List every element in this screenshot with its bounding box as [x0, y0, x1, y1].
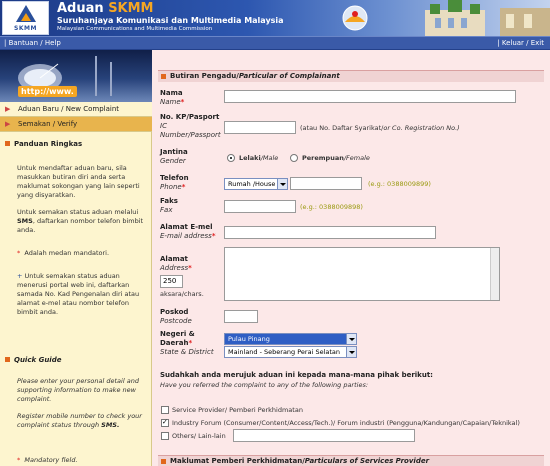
phone-type-select[interactable]: Rumah /House [224, 178, 288, 190]
nav-verify[interactable]: ▶ Semakan / Verify [0, 117, 152, 132]
nav-verify-label: Semakan / Verify [18, 120, 78, 128]
referred-provider-checkbox[interactable] [161, 406, 169, 414]
chevron-down-icon [346, 347, 356, 357]
referred-other-input[interactable] [233, 429, 415, 442]
postcode-input[interactable] [224, 310, 258, 323]
skmm-logo: SKMM [2, 1, 49, 35]
email-input[interactable] [224, 226, 436, 239]
ic-input[interactable] [224, 121, 296, 134]
help-link[interactable]: | Bantuan / Help [4, 37, 61, 50]
address-counter-label: aksara/chars. [160, 290, 204, 298]
quick-guide-text-3: * Mandatory field. [17, 456, 78, 464]
quick-guide-text-1: Please enter your personal detail and su… [17, 377, 139, 403]
section-bullet-icon [161, 459, 166, 464]
referred-provider-label: Service Provider/ Pemberi Perkhidmatan [172, 406, 303, 414]
sidebar: http://www. ▶ Aduan Baru / New Complaint… [0, 50, 152, 466]
chevron-down-icon [277, 179, 287, 189]
ic-hint: (atau No. Daftar Syarikat/or Co. Registr… [300, 124, 460, 132]
bullet-icon [5, 141, 10, 146]
arrow-right-icon: ▶ [5, 120, 11, 128]
state-select[interactable]: Pulau Pinang [224, 333, 357, 345]
exit-link[interactable]: | Keluar / Exit [497, 37, 544, 50]
referred-question-en: Have you referred the complaint to any o… [160, 381, 369, 389]
section-complainant-header: Butiran Pengadu/Particular of Complainan… [158, 70, 544, 82]
fax-input[interactable] [224, 200, 296, 213]
app-subtitle-en: Malaysian Communications and Multimedia … [57, 26, 213, 32]
state-label: Negeri & Daerah* State & District [160, 330, 214, 356]
gender-label: Jantina Gender [160, 148, 188, 165]
name-label: Nama Name* [160, 89, 185, 106]
phone-input[interactable] [290, 177, 362, 190]
fax-hint: (e.g.: 0388009898) [300, 203, 363, 211]
name-input[interactable] [224, 90, 516, 103]
nav-new-complaint[interactable]: ▶ Aduan Baru / New Complaint [0, 102, 152, 117]
gender-male-radio[interactable] [227, 154, 235, 162]
district-select[interactable]: Mainland - Seberang Perai Selatan [224, 346, 357, 358]
referred-other-checkbox[interactable] [161, 432, 169, 440]
referred-question: Sudahkah anda merujuk aduan ini kepada m… [160, 371, 433, 379]
guide-heading: Panduan Ringkas [5, 140, 82, 148]
address-label: Alamat Address* [160, 255, 192, 272]
url-banner: http://www. [18, 86, 77, 97]
gender-female-radio[interactable] [290, 154, 298, 162]
app-title: Aduan SKMM [57, 1, 154, 16]
chevron-down-icon [346, 334, 356, 344]
arrow-right-icon: ▶ [5, 105, 11, 113]
scrollbar[interactable] [490, 248, 499, 300]
header-illustration [342, 0, 550, 36]
gender-male-label: Lelaki/Male [239, 154, 279, 162]
phone-hint: (e.g.: 0388009899) [368, 180, 431, 188]
guide-text-4: + Untuk semakan status aduan menerusi po… [17, 272, 140, 316]
logo-text: SKMM [14, 25, 37, 32]
complaint-form: Butiran Pengadu/Particular of Complainan… [152, 50, 550, 466]
quick-guide-text-2: Register mobile number to check your com… [17, 412, 142, 429]
referred-forum-checkbox[interactable] [161, 418, 169, 427]
quick-guide-heading: Quick Guide [5, 356, 61, 364]
address-textarea[interactable] [224, 247, 500, 301]
sidebar-banner-image: http://www. [0, 50, 152, 102]
address-char-counter: 250 [160, 275, 183, 288]
email-label: Alamat E-mel E-mail address* [160, 223, 216, 240]
ic-label: No. KP/Pasport IC Number/Passport [160, 113, 221, 139]
referred-forum-label: Industry Forum (Consumer/Content/Access/… [172, 419, 520, 427]
section-bullet-icon [161, 74, 166, 79]
nav-new-complaint-label: Aduan Baru / New Complaint [18, 105, 119, 113]
app-subtitle: Suruhanjaya Komunikasi dan Multimedia Ma… [57, 16, 284, 25]
fax-label: Faks Fax [160, 197, 178, 214]
gender-female-label: Perempuan/Female [302, 154, 370, 162]
phone-label: Telefon Phone* [160, 174, 189, 191]
section-provider-header: Maklumat Pemberi Perkhidmatan/Particular… [158, 455, 544, 466]
top-navigation: | Bantuan / Help | Keluar / Exit [0, 36, 550, 50]
guide-text-3: * Adalah medan mandatori. [17, 249, 110, 257]
guide-text-2: Untuk semakan status aduan melalui SMS, … [17, 208, 144, 234]
guide-text-1: Untuk mendaftar aduan baru, sila masukka… [17, 164, 140, 199]
header-banner: SKMM Aduan SKMM Suruhanjaya Komunikasi d… [0, 0, 550, 36]
bullet-icon [5, 357, 10, 362]
postcode-label: Poskod Postcode [160, 308, 192, 325]
referred-other-label: Others/ Lain-lain [172, 432, 226, 440]
